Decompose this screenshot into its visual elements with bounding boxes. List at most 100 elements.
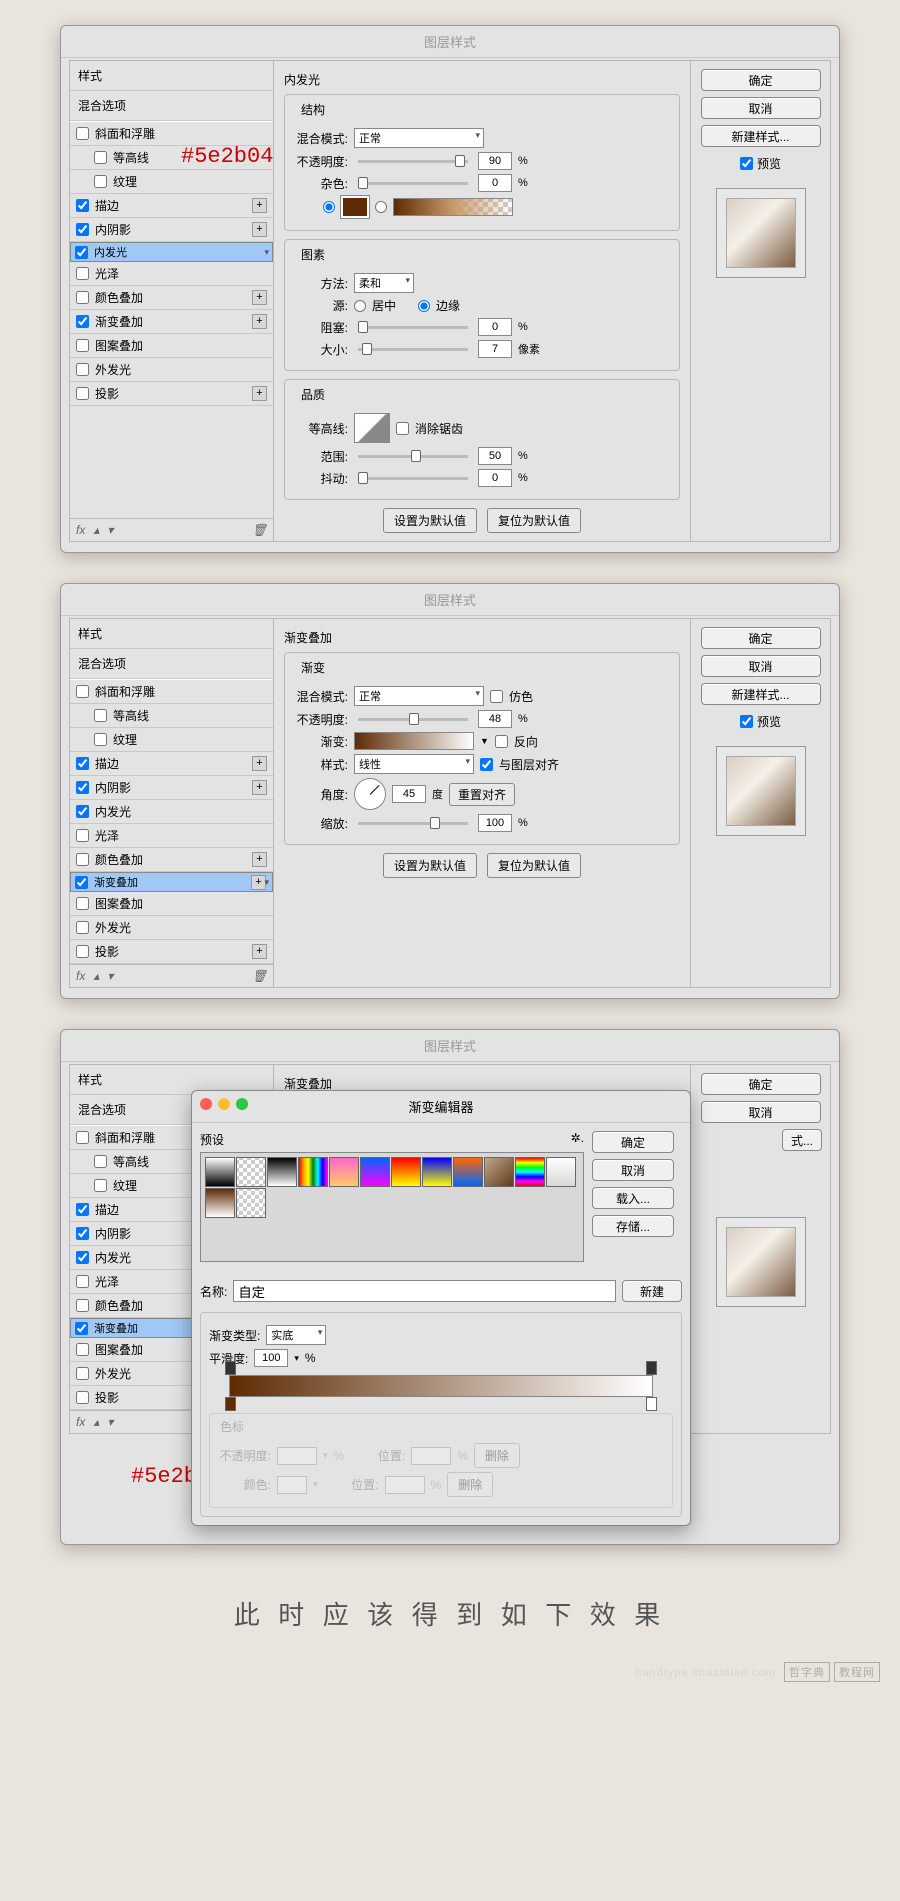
reverse-checkbox[interactable]	[495, 735, 508, 748]
down-icon[interactable]: ▾	[107, 523, 113, 537]
noise-input[interactable]	[478, 174, 512, 192]
gradient-strip[interactable]	[229, 1375, 653, 1397]
reset-default-button[interactable]: 复位为默认值	[487, 853, 581, 878]
scale-input[interactable]	[478, 814, 512, 832]
style-item-9[interactable]: 图案叠加	[70, 892, 273, 916]
gradient-preview[interactable]	[393, 198, 513, 216]
style-checkbox[interactable]	[76, 315, 89, 328]
style-checkbox[interactable]	[94, 733, 107, 746]
style-item-8[interactable]: 渐变叠加+	[70, 310, 273, 334]
jitter-input[interactable]	[478, 469, 512, 487]
plus-icon[interactable]: +	[252, 198, 267, 213]
cancel-button[interactable]: 取消	[701, 655, 821, 677]
style-checkbox[interactable]	[76, 1275, 89, 1288]
up-icon[interactable]: ▴	[93, 969, 99, 983]
plus-icon[interactable]: +	[252, 944, 267, 959]
plus-icon[interactable]: +	[252, 852, 267, 867]
style-checkbox[interactable]	[94, 709, 107, 722]
ge-new-button[interactable]: 新建	[622, 1280, 682, 1302]
ok-button[interactable]: 确定	[701, 1073, 821, 1095]
style-checkbox[interactable]	[76, 781, 89, 794]
style-checkbox[interactable]	[94, 151, 107, 164]
blend-mode-select[interactable]: 正常	[354, 128, 484, 148]
gradient-bar[interactable]	[354, 732, 474, 750]
noise-slider[interactable]	[358, 182, 468, 185]
style-checkbox[interactable]	[94, 1155, 107, 1168]
antialias-checkbox[interactable]	[396, 422, 409, 435]
contour-picker[interactable]	[354, 413, 390, 443]
style-item-4[interactable]: 内阴影+	[70, 218, 273, 242]
ge-save-button[interactable]: 存储...	[592, 1215, 674, 1237]
style-checkbox[interactable]	[76, 363, 89, 376]
style-checkbox[interactable]	[76, 1343, 89, 1356]
gear-icon[interactable]: ✲.	[571, 1131, 584, 1148]
style-item-0[interactable]: 斜面和浮雕	[70, 122, 273, 146]
style-item-10[interactable]: 外发光	[70, 916, 273, 940]
style-checkbox[interactable]	[76, 805, 89, 818]
ge-ok-button[interactable]: 确定	[592, 1131, 674, 1153]
new-style-button[interactable]: 新建样式...	[701, 683, 821, 705]
style-checkbox[interactable]	[76, 199, 89, 212]
style-checkbox[interactable]	[75, 246, 88, 259]
source-center-radio[interactable]	[354, 300, 366, 312]
plus-icon[interactable]: +	[252, 780, 267, 795]
set-default-button[interactable]: 设置为默认值	[383, 508, 477, 533]
style-item-6[interactable]: 光泽	[70, 824, 273, 848]
set-default-button[interactable]: 设置为默认值	[383, 853, 477, 878]
preview-checkbox[interactable]	[740, 713, 753, 730]
blend-options-header[interactable]: 混合选项	[70, 91, 273, 121]
new-style-button[interactable]: 新建样式...	[701, 125, 821, 147]
ge-cancel-button[interactable]: 取消	[592, 1159, 674, 1181]
style-item-10[interactable]: 外发光	[70, 358, 273, 382]
style-item-11[interactable]: 投影+	[70, 382, 273, 406]
minimize-icon[interactable]	[218, 1098, 230, 1110]
style-checkbox[interactable]	[76, 1299, 89, 1312]
style-item-7[interactable]: 颜色叠加+	[70, 286, 273, 310]
ge-load-button[interactable]: 载入...	[592, 1187, 674, 1209]
style-item-9[interactable]: 图案叠加	[70, 334, 273, 358]
range-slider[interactable]	[358, 455, 468, 458]
opacity-input[interactable]	[478, 710, 512, 728]
style-item-0[interactable]: 斜面和浮雕	[70, 680, 273, 704]
style-checkbox[interactable]	[76, 829, 89, 842]
down-icon[interactable]: ▾	[107, 1415, 113, 1429]
reset-align-button[interactable]: 重置对齐	[449, 783, 515, 806]
style-checkbox[interactable]	[76, 127, 89, 140]
style-item-6[interactable]: 光泽	[70, 262, 273, 286]
style-checkbox[interactable]	[76, 387, 89, 400]
style-checkbox[interactable]	[76, 1227, 89, 1240]
scale-slider[interactable]	[358, 822, 468, 825]
preview-checkbox[interactable]	[740, 155, 753, 172]
down-icon[interactable]: ▾	[107, 969, 113, 983]
style-checkbox[interactable]	[76, 921, 89, 934]
close-icon[interactable]	[200, 1098, 212, 1110]
up-icon[interactable]: ▴	[93, 1415, 99, 1429]
color-radio[interactable]	[323, 201, 335, 213]
style-checkbox[interactable]	[76, 685, 89, 698]
style-checkbox[interactable]	[75, 1322, 88, 1335]
trash-icon[interactable]: 🗑	[252, 523, 267, 537]
style-item-1[interactable]: 等高线	[70, 146, 273, 170]
style-item-3[interactable]: 描边+	[70, 752, 273, 776]
style-item-7[interactable]: 颜色叠加+	[70, 848, 273, 872]
maximize-icon[interactable]	[236, 1098, 248, 1110]
style-checkbox[interactable]	[76, 1203, 89, 1216]
style-checkbox[interactable]	[94, 1179, 107, 1192]
style-checkbox[interactable]	[76, 223, 89, 236]
style-item-2[interactable]: 纹理	[70, 728, 273, 752]
gradient-radio[interactable]	[375, 201, 387, 213]
style-item-11[interactable]: 投影+	[70, 940, 273, 964]
style-checkbox[interactable]	[76, 945, 89, 958]
style-checkbox[interactable]	[75, 876, 88, 889]
style-checkbox[interactable]	[76, 339, 89, 352]
angle-input[interactable]	[392, 785, 426, 803]
style-checkbox[interactable]	[76, 1391, 89, 1404]
style-checkbox[interactable]	[94, 175, 107, 188]
plus-icon[interactable]: +	[252, 222, 267, 237]
style-checkbox[interactable]	[76, 1251, 89, 1264]
preset-list[interactable]	[200, 1152, 584, 1262]
color-swatch[interactable]	[341, 196, 369, 218]
style-checkbox[interactable]	[76, 853, 89, 866]
style-item-5[interactable]: 内发光	[70, 800, 273, 824]
angle-dial[interactable]	[354, 778, 386, 810]
